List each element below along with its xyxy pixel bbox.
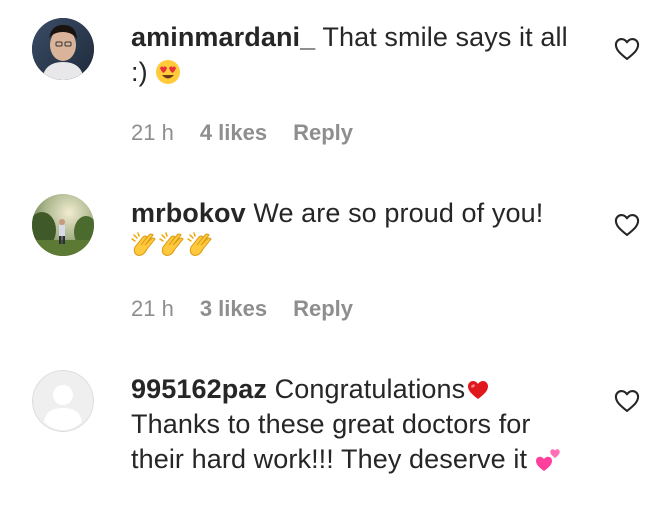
- avatar[interactable]: [32, 370, 94, 432]
- like-heart-icon[interactable]: [613, 35, 641, 63]
- comment-meta: 21 h 3 likes Reply: [131, 296, 353, 322]
- comment-username[interactable]: 995162paz: [131, 374, 267, 404]
- clapping-hands-emoji-icon: [131, 231, 215, 261]
- comment-username[interactable]: aminmardani_: [131, 22, 315, 52]
- comment-text: mrbokov We are so proud of you!: [131, 196, 571, 266]
- comment-time[interactable]: 21 h: [131, 296, 174, 322]
- comment-message: We are so proud of you!: [253, 198, 544, 228]
- red-heart-emoji-icon: [465, 378, 491, 402]
- comment-username[interactable]: mrbokov: [131, 198, 246, 228]
- avatar-photo-icon: [32, 18, 94, 80]
- two-hearts-emoji-icon: [535, 446, 563, 472]
- comment-text: aminmardani_ That smile says it all :): [131, 20, 571, 90]
- default-avatar-icon: [32, 370, 94, 432]
- heart-eyes-emoji-icon: [155, 59, 181, 85]
- like-heart-icon[interactable]: [613, 211, 641, 239]
- like-heart-icon[interactable]: [613, 387, 641, 415]
- comment-likes[interactable]: 3 likes: [200, 296, 267, 322]
- reply-button[interactable]: Reply: [293, 296, 353, 322]
- avatar[interactable]: [32, 18, 94, 80]
- reply-button[interactable]: Reply: [293, 120, 353, 146]
- comment-message-line-2: Thanks to these great doctors for their …: [131, 409, 531, 474]
- comment-message-line-1: Congratulations: [274, 374, 466, 404]
- comment-meta: 21 h 4 likes Reply: [131, 120, 353, 146]
- comment-time[interactable]: 21 h: [131, 120, 174, 146]
- avatar[interactable]: [32, 194, 94, 256]
- comment-text: 995162paz Congratulations Thanks to thes…: [131, 372, 571, 477]
- comment-likes[interactable]: 4 likes: [200, 120, 267, 146]
- avatar-photo-icon: [32, 194, 94, 256]
